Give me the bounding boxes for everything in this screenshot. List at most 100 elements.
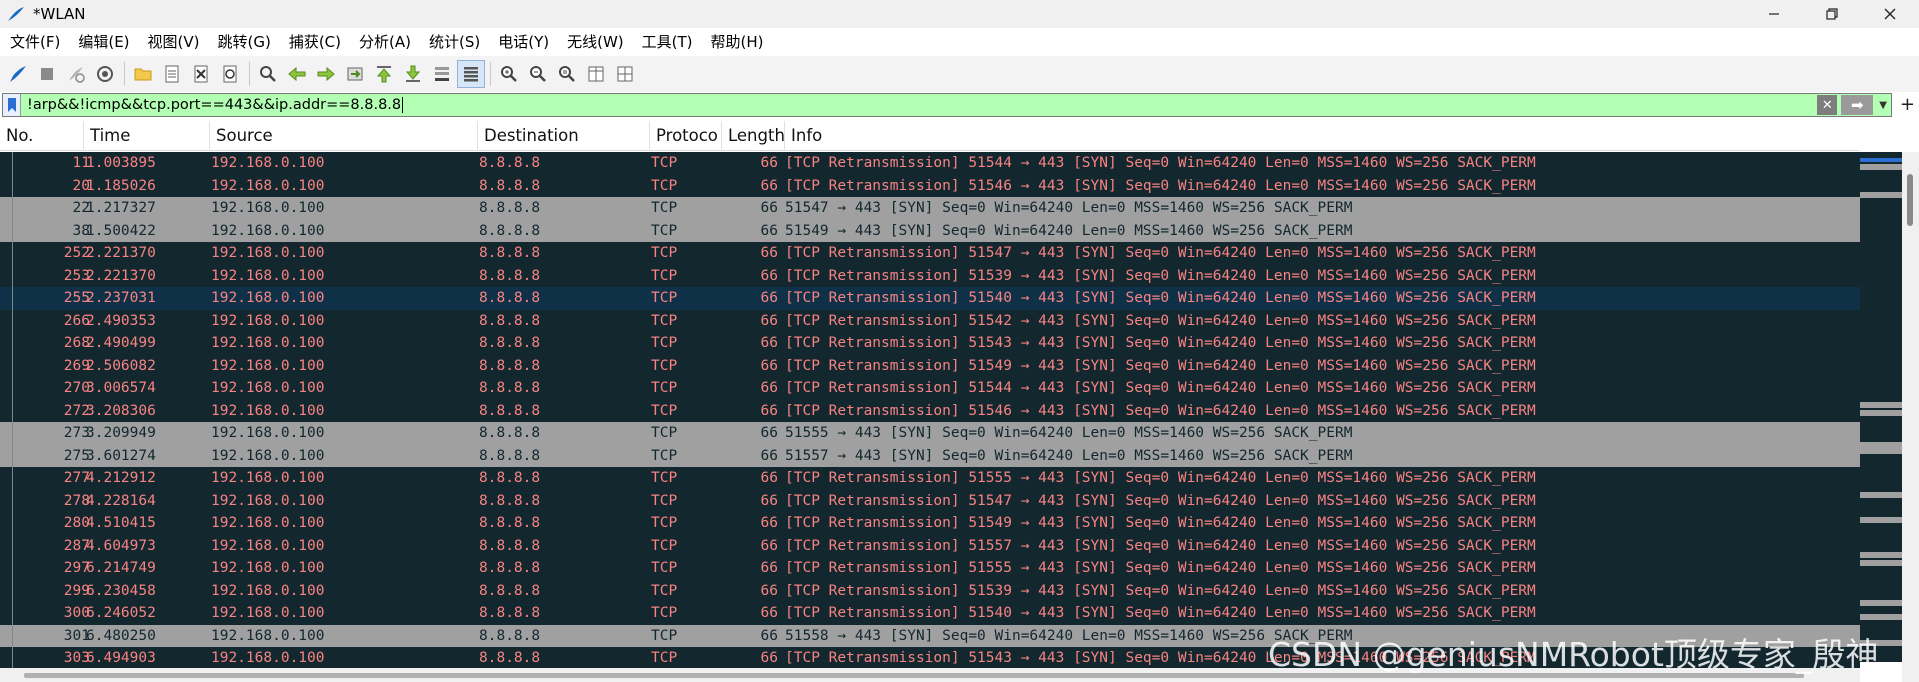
layout-button[interactable] bbox=[611, 60, 639, 88]
filter-text[interactable]: !arp&&!icmp&&tcp.port==443&&ip.addr==8.8… bbox=[27, 97, 404, 113]
packet-row[interactable]: 253 2.221370 192.168.0.100 8.8.8.8 TCP 66 [TCP… bbox=[0, 264, 1860, 287]
add-filter-button[interactable]: + bbox=[1900, 94, 1915, 115]
column-header-destination[interactable]: Destination bbox=[478, 121, 650, 151]
reload-file-button[interactable] bbox=[216, 60, 244, 88]
filter-history-dropdown[interactable]: ▼ bbox=[1879, 100, 1887, 111]
menu-item[interactable]: 捕获(C) bbox=[280, 28, 350, 56]
open-file-button[interactable] bbox=[129, 60, 157, 88]
toolbar-separator bbox=[490, 62, 491, 86]
start-capture-button[interactable] bbox=[4, 60, 32, 88]
menu-item[interactable]: 电话(Y) bbox=[489, 28, 558, 56]
packet-no-cell: 255 bbox=[63, 290, 90, 306]
packet-row[interactable]: 11 1.003895 192.168.0.100 8.8.8.8 TCP 66 [TCP … bbox=[0, 152, 1860, 175]
colorize-button[interactable] bbox=[457, 60, 485, 88]
apply-filter-button[interactable]: ➡ bbox=[1841, 95, 1874, 115]
packet-row[interactable]: 20 1.185026 192.168.0.100 8.8.8.8 TCP 66 [TCP … bbox=[0, 174, 1860, 197]
packet-row[interactable]: 272 3.208306 192.168.0.100 8.8.8.8 TCP 66 [TCP… bbox=[0, 399, 1860, 422]
menu-item[interactable]: 文件(F) bbox=[0, 28, 69, 56]
stop-capture-icon bbox=[41, 68, 53, 80]
toolbar-separator bbox=[249, 62, 250, 86]
packet-time-cell: 4.510415 bbox=[86, 515, 156, 531]
clear-filter-button[interactable]: ✕ bbox=[1817, 95, 1838, 115]
packet-list-header: No. Time Source Destination Protoco Leng… bbox=[0, 121, 1860, 151]
find-packet-icon bbox=[260, 66, 276, 82]
zoom-normal-button[interactable] bbox=[553, 60, 581, 88]
packet-row[interactable]: 266 2.490353 192.168.0.100 8.8.8.8 TCP 66 [TCP… bbox=[0, 309, 1860, 332]
packet-dst-cell: 8.8.8.8 bbox=[479, 537, 541, 554]
menu-item[interactable]: 统计(S) bbox=[420, 28, 489, 56]
go-first-button[interactable] bbox=[370, 60, 398, 88]
packet-src-cell: 192.168.0.100 bbox=[211, 560, 325, 576]
packet-src-cell: 192.168.0.100 bbox=[211, 470, 325, 486]
packet-proto-cell: TCP bbox=[651, 335, 678, 351]
packet-row[interactable]: 280 4.510415 192.168.0.100 8.8.8.8 TCP 66 [TCP… bbox=[0, 512, 1860, 535]
display-filter-input[interactable]: !arp&&!icmp&&tcp.port==443&&ip.addr==8.8… bbox=[2, 93, 1892, 117]
packet-len-cell: 66 bbox=[760, 425, 778, 441]
packet-row[interactable]: 275 3.601274 192.168.0.100 8.8.8.8 TCP 66 5155… bbox=[0, 444, 1860, 467]
autoscroll-button[interactable] bbox=[428, 60, 456, 88]
capture-options-button[interactable] bbox=[91, 60, 119, 88]
minimap-mark bbox=[1860, 410, 1902, 416]
column-header-time[interactable]: Time bbox=[84, 121, 210, 151]
resize-columns-button[interactable] bbox=[582, 60, 610, 88]
packet-row[interactable]: 278 4.228164 192.168.0.100 8.8.8.8 TCP 66 [TCP… bbox=[0, 489, 1860, 512]
clear-icon: ✕ bbox=[1821, 97, 1833, 113]
column-header-length[interactable]: Length bbox=[722, 121, 785, 151]
find-packet-button[interactable] bbox=[254, 60, 282, 88]
zoom-in-button[interactable] bbox=[495, 60, 523, 88]
packet-proto-cell: TCP bbox=[651, 560, 678, 576]
packet-row[interactable]: 269 2.506082 192.168.0.100 8.8.8.8 TCP 66 [TCP… bbox=[0, 354, 1860, 377]
close-button[interactable] bbox=[1861, 0, 1919, 28]
packet-row[interactable]: 273 3.209949 192.168.0.100 8.8.8.8 TCP 66 5155… bbox=[0, 422, 1860, 445]
close-file-button[interactable] bbox=[187, 60, 215, 88]
packet-no-cell: 277 bbox=[63, 470, 90, 486]
packet-row[interactable]: 299 6.230458 192.168.0.100 8.8.8.8 TCP 66 [TCP… bbox=[0, 579, 1860, 602]
column-header-no[interactable]: No. bbox=[0, 121, 84, 151]
minimap-mark bbox=[1860, 448, 1902, 454]
go-last-button[interactable] bbox=[399, 60, 427, 88]
packet-info-cell: [TCP Retransmission] 51549 → 443 [SYN] S… bbox=[785, 515, 1536, 531]
scrollbar-thumb[interactable] bbox=[1907, 174, 1913, 226]
menu-item[interactable]: 无线(W) bbox=[558, 28, 633, 56]
go-forward-button[interactable] bbox=[312, 60, 340, 88]
save-file-button[interactable] bbox=[158, 60, 186, 88]
packet-row[interactable]: 270 3.006574 192.168.0.100 8.8.8.8 TCP 66 [TCP… bbox=[0, 377, 1860, 400]
main-toolbar bbox=[0, 56, 1919, 92]
packet-row[interactable]: 300 6.246052 192.168.0.100 8.8.8.8 TCP 66 [TCP… bbox=[0, 602, 1860, 625]
packet-row[interactable]: 268 2.490499 192.168.0.100 8.8.8.8 TCP 66 [TCP… bbox=[0, 332, 1860, 355]
minimap-mark bbox=[1860, 614, 1902, 620]
restore-button[interactable] bbox=[1803, 0, 1861, 28]
go-to-packet-button[interactable] bbox=[341, 60, 369, 88]
packet-src-cell: 192.168.0.100 bbox=[211, 245, 325, 261]
packet-row[interactable]: 38 1.500422 192.168.0.100 8.8.8.8 TCP 66 51549… bbox=[0, 219, 1860, 242]
minimap-mark bbox=[1860, 158, 1902, 162]
packet-row[interactable]: 252 2.221370 192.168.0.100 8.8.8.8 TCP 66 [TCP… bbox=[0, 242, 1860, 265]
menu-item[interactable]: 帮助(H) bbox=[702, 28, 773, 56]
packet-src-cell: 192.168.0.100 bbox=[211, 627, 325, 644]
menu-item[interactable]: 工具(T) bbox=[633, 28, 702, 56]
packet-info-cell: [TCP Retransmission] 51544 → 443 [SYN] S… bbox=[785, 155, 1536, 171]
menu-item[interactable]: 跳转(G) bbox=[209, 28, 280, 56]
packet-row[interactable]: 277 4.212912 192.168.0.100 8.8.8.8 TCP 66 [TCP… bbox=[0, 467, 1860, 490]
zoom-out-button[interactable] bbox=[524, 60, 552, 88]
menu-item[interactable]: 分析(A) bbox=[350, 28, 420, 56]
menu-item[interactable]: 编辑(E) bbox=[69, 28, 138, 56]
watermark: CSDN @geniusNMRobot顶级专家_殷神 bbox=[1268, 635, 1879, 674]
packet-row[interactable]: 287 4.604973 192.168.0.100 8.8.8.8 TCP 66 [TCP… bbox=[0, 534, 1860, 557]
packet-row[interactable]: 255 2.237031 192.168.0.100 8.8.8.8 TCP 66 [TCP… bbox=[0, 287, 1860, 310]
packet-minimap[interactable] bbox=[1860, 152, 1902, 662]
column-header-source[interactable]: Source bbox=[210, 121, 478, 151]
filter-bookmark-button[interactable] bbox=[3, 94, 21, 116]
menu-item[interactable]: 视图(V) bbox=[139, 28, 209, 56]
vertical-scrollbar[interactable] bbox=[1902, 152, 1919, 682]
column-header-protocol[interactable]: Protoco bbox=[650, 121, 722, 151]
packet-src-cell: 192.168.0.100 bbox=[211, 200, 325, 216]
minimize-button[interactable] bbox=[1745, 0, 1803, 28]
packet-dst-cell: 8.8.8.8 bbox=[479, 200, 541, 216]
packet-row[interactable]: 297 6.214749 192.168.0.100 8.8.8.8 TCP 66 [TCP… bbox=[0, 557, 1860, 580]
column-header-info[interactable]: Info bbox=[785, 121, 1860, 151]
stop-capture-button[interactable] bbox=[33, 60, 61, 88]
packet-row[interactable]: 22 1.217327 192.168.0.100 8.8.8.8 TCP 66 51547… bbox=[0, 197, 1860, 220]
go-back-button[interactable] bbox=[283, 60, 311, 88]
restart-capture-button[interactable] bbox=[62, 60, 90, 88]
